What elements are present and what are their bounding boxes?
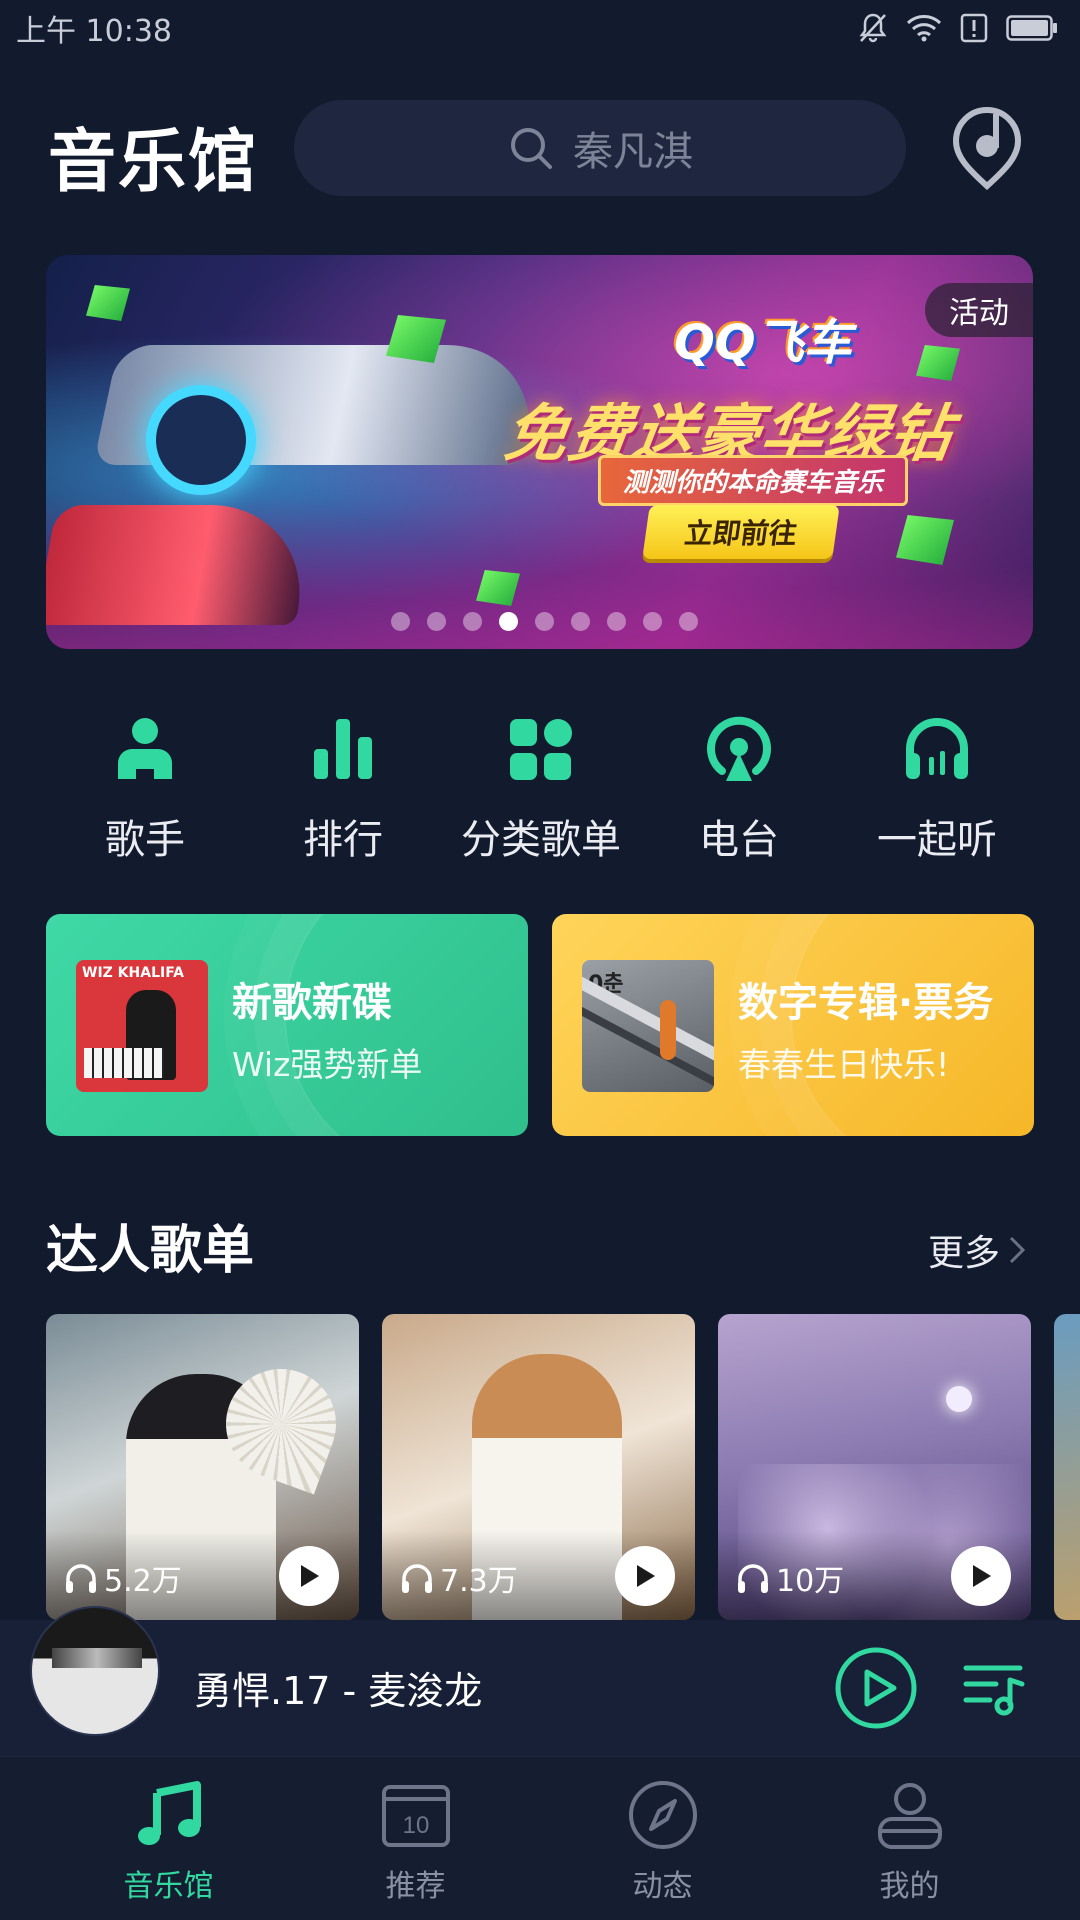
carousel-dot[interactable] — [643, 612, 662, 631]
playlist-card[interactable] — [1054, 1314, 1080, 1620]
playlist-queue-icon[interactable] — [962, 1658, 1026, 1718]
play-icon — [301, 1565, 319, 1587]
banner-badge: 活动 — [925, 283, 1033, 337]
more-label: 更多 — [928, 1233, 1001, 1274]
compass-icon — [628, 1781, 697, 1849]
tab-label: 我的 — [879, 1869, 940, 1904]
now-playing-cover[interactable] — [30, 1606, 160, 1736]
now-playing-title: 勇悍.17 - 麦浚龙 — [194, 1669, 483, 1713]
headphones-icon — [738, 1564, 768, 1593]
banner-subtitle: 测测你的本命赛车音乐 — [598, 455, 909, 506]
promo-banner[interactable]: QQ飞车 免费送豪华绿钻 测测你的本命赛车音乐 立即前往 活动 — [46, 255, 1033, 649]
status-icons — [858, 12, 1058, 44]
play-count-value: 5.2万 — [104, 1564, 182, 1599]
playlist-row: 5.2万 7.3万 10万 — [46, 1314, 1080, 1620]
tab-recommend[interactable]: 10 推荐 — [292, 1757, 539, 1920]
category-playlists[interactable]: 分类歌单 — [442, 715, 640, 875]
play-count: 7.3万 — [400, 1556, 518, 1600]
gem-icon — [916, 345, 960, 381]
grid-icon — [510, 719, 572, 780]
carousel-dot[interactable] — [391, 612, 410, 631]
page-title: 音乐馆 — [48, 123, 259, 202]
promo-title: 新歌新碟 — [232, 980, 392, 1026]
play-icon — [637, 1565, 655, 1587]
category-radio[interactable]: 电台 — [640, 715, 838, 875]
status-bar: 上午 10:38 — [0, 0, 1080, 56]
play-count: 5.2万 — [64, 1556, 182, 1600]
carousel-dot[interactable] — [535, 612, 554, 631]
alert-icon — [960, 13, 988, 43]
category-label: 一起听 — [877, 817, 997, 863]
carousel-dot[interactable] — [571, 612, 590, 631]
calendar-date: 10 — [402, 1812, 429, 1839]
search-icon — [511, 128, 552, 169]
banner-cta-button[interactable]: 立即前往 — [642, 505, 840, 559]
play-count-value: 7.3万 — [440, 1564, 518, 1599]
category-singer[interactable]: 歌手 — [46, 715, 244, 875]
tab-label: 动态 — [632, 1869, 693, 1904]
play-count: 10万 — [736, 1556, 844, 1600]
header: 音乐馆 秦凡淇 — [0, 98, 1080, 202]
banner-logo: QQ飞车 — [674, 315, 852, 371]
tab-label: 音乐馆 — [123, 1869, 214, 1904]
chevron-right-icon — [1009, 1236, 1026, 1264]
category-label: 歌手 — [105, 817, 185, 863]
promo-subtitle: Wiz强势新单 — [232, 1045, 423, 1084]
album-cover: WIZ KHALIFA — [76, 960, 208, 1092]
tab-mine[interactable]: 我的 — [786, 1757, 1033, 1920]
new-releases-card[interactable]: WIZ KHALIFA 新歌新碟 Wiz强势新单 — [46, 914, 528, 1136]
carousel-dot[interactable] — [679, 612, 698, 631]
category-nav: 歌手 排行 分类歌单 电台 一起听 — [46, 715, 1036, 875]
battery-icon — [1006, 15, 1057, 41]
bell-muted-icon — [859, 13, 887, 43]
category-label: 电台 — [699, 817, 779, 863]
play-button[interactable] — [951, 1546, 1011, 1606]
bottom-tab-bar: 音乐馆 10 推荐 动态 我的 — [0, 1756, 1080, 1920]
promo-subtitle: 春春生日快乐! — [738, 1045, 950, 1084]
playlist-card[interactable]: 5.2万 — [46, 1314, 359, 1620]
singer-icon — [118, 718, 172, 779]
cover-text: WIZ KHALIFA — [82, 965, 184, 981]
status-time: 上午 10:38 — [16, 14, 172, 49]
wifi-icon — [906, 15, 942, 42]
promo-title: 数字专辑·票务 — [738, 980, 994, 1026]
carousel-dots[interactable] — [46, 612, 1033, 631]
category-ranking[interactable]: 排行 — [244, 715, 442, 875]
headphones-icon — [906, 718, 968, 779]
search-input[interactable]: 秦凡淇 — [294, 100, 906, 196]
digital-album-card[interactable]: 0춘 数字专辑·票务 春春生日快乐! — [552, 914, 1034, 1136]
category-label: 排行 — [303, 817, 383, 863]
music-note-icon — [137, 1781, 201, 1845]
radio-icon — [707, 716, 771, 781]
search-placeholder: 秦凡淇 — [573, 129, 693, 175]
recognize-music-icon[interactable] — [952, 106, 1022, 190]
play-icon — [973, 1565, 991, 1587]
mini-player[interactable]: 勇悍.17 - 麦浚龙 — [0, 1606, 1080, 1756]
play-button[interactable] — [834, 1646, 918, 1730]
calendar-icon: 10 — [381, 1785, 450, 1847]
tab-label: 推荐 — [385, 1869, 446, 1904]
headphones-icon — [402, 1564, 432, 1593]
gem-icon — [86, 285, 130, 321]
album-cover: 0춘 — [582, 960, 714, 1092]
playlist-card[interactable]: 10万 — [718, 1314, 1031, 1620]
chart-bars-icon — [314, 719, 372, 779]
more-link[interactable]: 更多 — [928, 1224, 1026, 1276]
person-icon — [877, 1783, 942, 1849]
play-count-value: 10万 — [776, 1564, 845, 1599]
carousel-dot[interactable] — [607, 612, 626, 631]
carousel-dot[interactable] — [499, 612, 518, 631]
playlist-card[interactable]: 7.3万 — [382, 1314, 695, 1620]
play-button[interactable] — [279, 1546, 339, 1606]
category-listen-together[interactable]: 一起听 — [838, 715, 1036, 875]
section-title: 达人歌单 — [46, 1221, 255, 1281]
tab-feed[interactable]: 动态 — [539, 1757, 786, 1920]
headphones-icon — [66, 1564, 96, 1593]
banner-wheel-image — [146, 385, 256, 495]
carousel-dot[interactable] — [463, 612, 482, 631]
tab-music-hall[interactable]: 音乐馆 — [45, 1757, 292, 1920]
play-button[interactable] — [615, 1546, 675, 1606]
category-label: 分类歌单 — [461, 817, 621, 863]
carousel-dot[interactable] — [427, 612, 446, 631]
